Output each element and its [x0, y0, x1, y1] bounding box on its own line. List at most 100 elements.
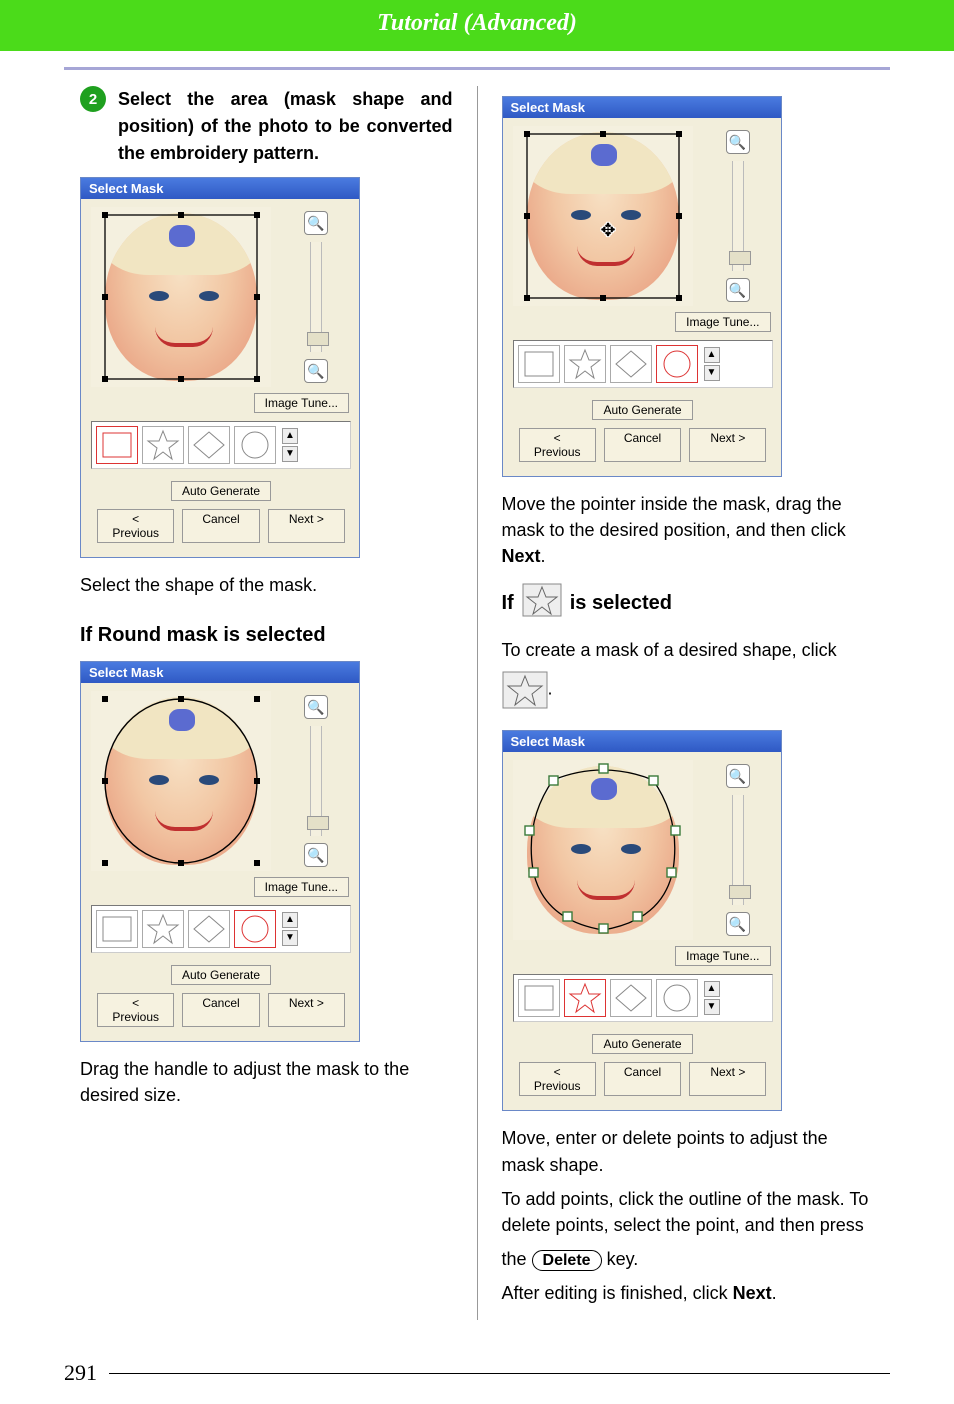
caption-adjust-points: Move, enter or delete points to adjust t…: [502, 1125, 875, 1177]
caption-add-delete: To add points, click the outline of the …: [502, 1186, 875, 1238]
shape-diamond[interactable]: [188, 426, 230, 464]
next-button[interactable]: Next >: [268, 509, 345, 543]
zoom-in-button[interactable]: 🔍: [304, 695, 328, 719]
previous-button[interactable]: < Previous: [519, 428, 596, 462]
zoom-out-button[interactable]: 🔍: [726, 278, 750, 302]
zoom-out-icon: 🔍: [307, 363, 324, 380]
caption-create-mask: To create a mask of a desired shape, cli…: [502, 637, 875, 716]
subhead-if-star: If is selected: [502, 583, 673, 623]
page-footer: 291: [0, 1360, 954, 1404]
cancel-button[interactable]: Cancel: [604, 428, 681, 462]
shape-round[interactable]: [234, 910, 276, 948]
zoom-out-button[interactable]: 🔍: [304, 843, 328, 867]
shape-star[interactable]: [564, 345, 606, 383]
shape-scroll-down[interactable]: ▼: [704, 365, 720, 381]
previous-button[interactable]: < Previous: [97, 509, 174, 543]
delete-key-label: Delete: [532, 1250, 602, 1271]
shape-scroll-up[interactable]: ▲: [282, 912, 298, 928]
move-cursor-icon: ✥: [601, 220, 616, 241]
mask-preview[interactable]: [513, 760, 693, 940]
mask-shape-selector: ▲▼: [513, 974, 773, 1022]
shape-diamond[interactable]: [188, 910, 230, 948]
zoom-slider[interactable]: [732, 795, 744, 905]
auto-generate-button[interactable]: Auto Generate: [171, 965, 271, 985]
shape-diamond[interactable]: [610, 979, 652, 1017]
subhead-round: If Round mask is selected: [80, 624, 453, 647]
shape-rectangle[interactable]: [518, 345, 560, 383]
shape-star[interactable]: [142, 426, 184, 464]
right-column: Select Mask ✥: [486, 86, 891, 1320]
shape-rectangle[interactable]: [96, 426, 138, 464]
shape-scroll-down[interactable]: ▼: [282, 446, 298, 462]
dialog-title: Select Mask: [81, 178, 359, 199]
caption-delete-key: the Delete key.: [502, 1246, 875, 1272]
previous-button[interactable]: < Previous: [519, 1062, 596, 1096]
select-mask-dialog-edit: Select Mask: [502, 730, 782, 1111]
star-mask-icon: [502, 671, 548, 716]
mask-shape-selector: ▲▼: [513, 340, 773, 388]
shape-scroll-down[interactable]: ▼: [704, 999, 720, 1015]
zoom-in-button[interactable]: 🔍: [304, 211, 328, 235]
shape-star[interactable]: [564, 979, 606, 1017]
dialog-title: Select Mask: [503, 97, 781, 118]
shape-round[interactable]: [656, 979, 698, 1017]
shape-scroll-up[interactable]: ▲: [704, 347, 720, 363]
mask-shape-selector: ▲▼: [91, 421, 351, 469]
step-number-badge: 2: [80, 86, 106, 112]
dialog-title: Select Mask: [503, 731, 781, 752]
image-tune-button[interactable]: Image Tune...: [675, 312, 770, 332]
zoom-out-button[interactable]: 🔍: [304, 359, 328, 383]
zoom-slider[interactable]: [310, 726, 322, 836]
shape-rectangle[interactable]: [96, 910, 138, 948]
next-button[interactable]: Next >: [689, 428, 766, 462]
star-mask-icon: [522, 583, 562, 623]
mask-shape-selector: ▲▼: [91, 905, 351, 953]
image-tune-button[interactable]: Image Tune...: [254, 393, 349, 413]
image-tune-button[interactable]: Image Tune...: [675, 946, 770, 966]
auto-generate-button[interactable]: Auto Generate: [592, 1034, 692, 1054]
zoom-controls: 🔍 🔍: [271, 691, 351, 871]
mask-preview[interactable]: [91, 207, 271, 387]
zoom-slider[interactable]: [310, 242, 322, 352]
image-tune-button[interactable]: Image Tune...: [254, 877, 349, 897]
page-number: 291: [64, 1360, 97, 1386]
zoom-slider[interactable]: [732, 161, 744, 271]
select-mask-dialog-rect: Select Mask: [80, 177, 360, 558]
column-divider: [477, 86, 478, 1320]
shape-round[interactable]: [234, 426, 276, 464]
select-mask-dialog-move: Select Mask ✥: [502, 96, 782, 477]
zoom-out-button[interactable]: 🔍: [726, 912, 750, 936]
mask-preview[interactable]: [91, 691, 271, 871]
cancel-button[interactable]: Cancel: [604, 1062, 681, 1096]
header-rule: [64, 67, 890, 70]
shape-round[interactable]: [656, 345, 698, 383]
content-columns: 2 Select the area (mask shape and positi…: [0, 86, 954, 1360]
shape-rectangle[interactable]: [518, 979, 560, 1017]
caption-drag-handle: Drag the handle to adjust the mask to th…: [80, 1056, 453, 1108]
next-button[interactable]: Next >: [268, 993, 345, 1027]
caption-select-shape: Select the shape of the mask.: [80, 572, 453, 598]
shape-star[interactable]: [142, 910, 184, 948]
auto-generate-button[interactable]: Auto Generate: [171, 481, 271, 501]
caption-move-pointer: Move the pointer inside the mask, drag t…: [502, 491, 875, 569]
zoom-in-button[interactable]: 🔍: [726, 764, 750, 788]
left-column: 2 Select the area (mask shape and positi…: [64, 86, 469, 1320]
shape-scroll-up[interactable]: ▲: [282, 428, 298, 444]
mask-preview[interactable]: ✥: [513, 126, 693, 306]
zoom-controls: 🔍 🔍: [693, 126, 773, 306]
shape-scroll-up[interactable]: ▲: [704, 981, 720, 997]
cancel-button[interactable]: Cancel: [182, 509, 259, 543]
step-instruction: Select the area (mask shape and position…: [118, 86, 453, 167]
shape-diamond[interactable]: [610, 345, 652, 383]
zoom-in-button[interactable]: 🔍: [726, 130, 750, 154]
cancel-button[interactable]: Cancel: [182, 993, 259, 1027]
zoom-controls: 🔍 🔍: [271, 207, 351, 387]
dialog-title: Select Mask: [81, 662, 359, 683]
auto-generate-button[interactable]: Auto Generate: [592, 400, 692, 420]
zoom-controls: 🔍 🔍: [693, 760, 773, 940]
zoom-in-icon: 🔍: [307, 215, 324, 232]
next-button[interactable]: Next >: [689, 1062, 766, 1096]
caption-after-edit: After editing is finished, click Next.: [502, 1280, 875, 1306]
shape-scroll-down[interactable]: ▼: [282, 930, 298, 946]
previous-button[interactable]: < Previous: [97, 993, 174, 1027]
